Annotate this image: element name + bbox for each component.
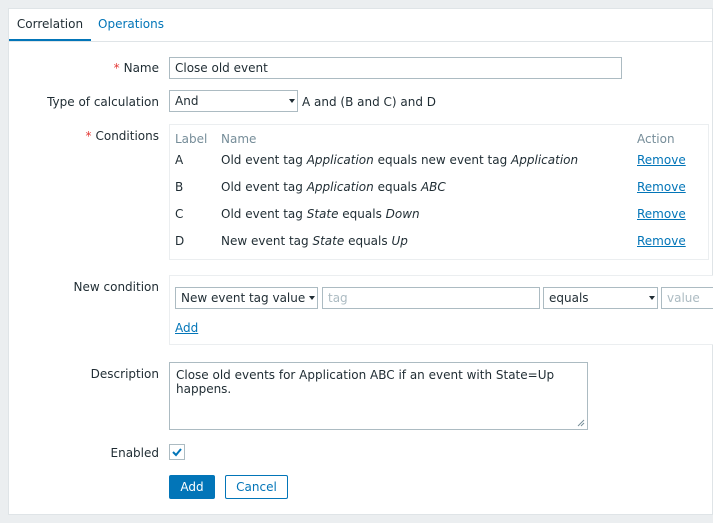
name-input[interactable]: Close old event [169, 57, 622, 79]
resize-grip-icon[interactable] [577, 419, 585, 427]
condition-name: Old event tag Application equals ABC [221, 180, 446, 194]
condition-label: A [175, 153, 184, 167]
remove-condition-link[interactable]: Remove [637, 207, 686, 221]
add-button[interactable]: Add [169, 475, 215, 499]
column-header-action: Action [637, 132, 675, 146]
cancel-button[interactable]: Cancel [225, 475, 288, 499]
condition-name: Old event tag State equals Down [221, 207, 420, 221]
condition-label: C [175, 207, 184, 221]
chevron-down-icon [649, 296, 655, 300]
enabled-checkbox[interactable] [169, 444, 185, 460]
column-header-name: Name [221, 132, 257, 146]
new-condition-label: New condition [73, 280, 159, 294]
remove-condition-link[interactable]: Remove [637, 234, 686, 248]
condition-name: New event tag State equals Up [221, 234, 408, 248]
name-label: * Name [113, 61, 159, 75]
new-condition-box [169, 275, 713, 345]
tab-correlation[interactable]: Correlation [9, 9, 91, 41]
enabled-label: Enabled [110, 446, 160, 460]
condition-label: B [175, 180, 184, 194]
correlation-form-panel: Correlation Operations [8, 8, 713, 515]
column-header-label: Label [175, 132, 208, 146]
remove-condition-link[interactable]: Remove [637, 153, 686, 167]
checkmark-icon [172, 448, 182, 457]
remove-condition-link[interactable]: Remove [637, 180, 686, 194]
condition-name: Old event tag Application equals new eve… [221, 153, 579, 167]
chevron-down-icon [309, 296, 315, 300]
tag-input[interactable]: tag [322, 287, 540, 309]
calculation-type-select[interactable]: And [169, 90, 298, 112]
calculation-formula: A and (B and C) and D [302, 95, 437, 109]
add-condition-link[interactable]: Add [175, 321, 198, 335]
description-label: Description [90, 367, 159, 381]
tab-bar: Correlation Operations [9, 9, 712, 42]
operator-select[interactable]: equals [543, 287, 658, 309]
value-input[interactable]: value [661, 287, 713, 309]
chevron-down-icon [289, 99, 295, 103]
description-textarea[interactable]: Close old events for Application ABC if … [169, 362, 588, 430]
new-condition-type-select[interactable]: New event tag value [175, 287, 318, 309]
calculation-type-label: Type of calculation [47, 95, 159, 109]
tab-operations[interactable]: Operations [91, 9, 171, 41]
condition-label: D [175, 234, 185, 248]
conditions-label: * Conditions [85, 129, 159, 143]
